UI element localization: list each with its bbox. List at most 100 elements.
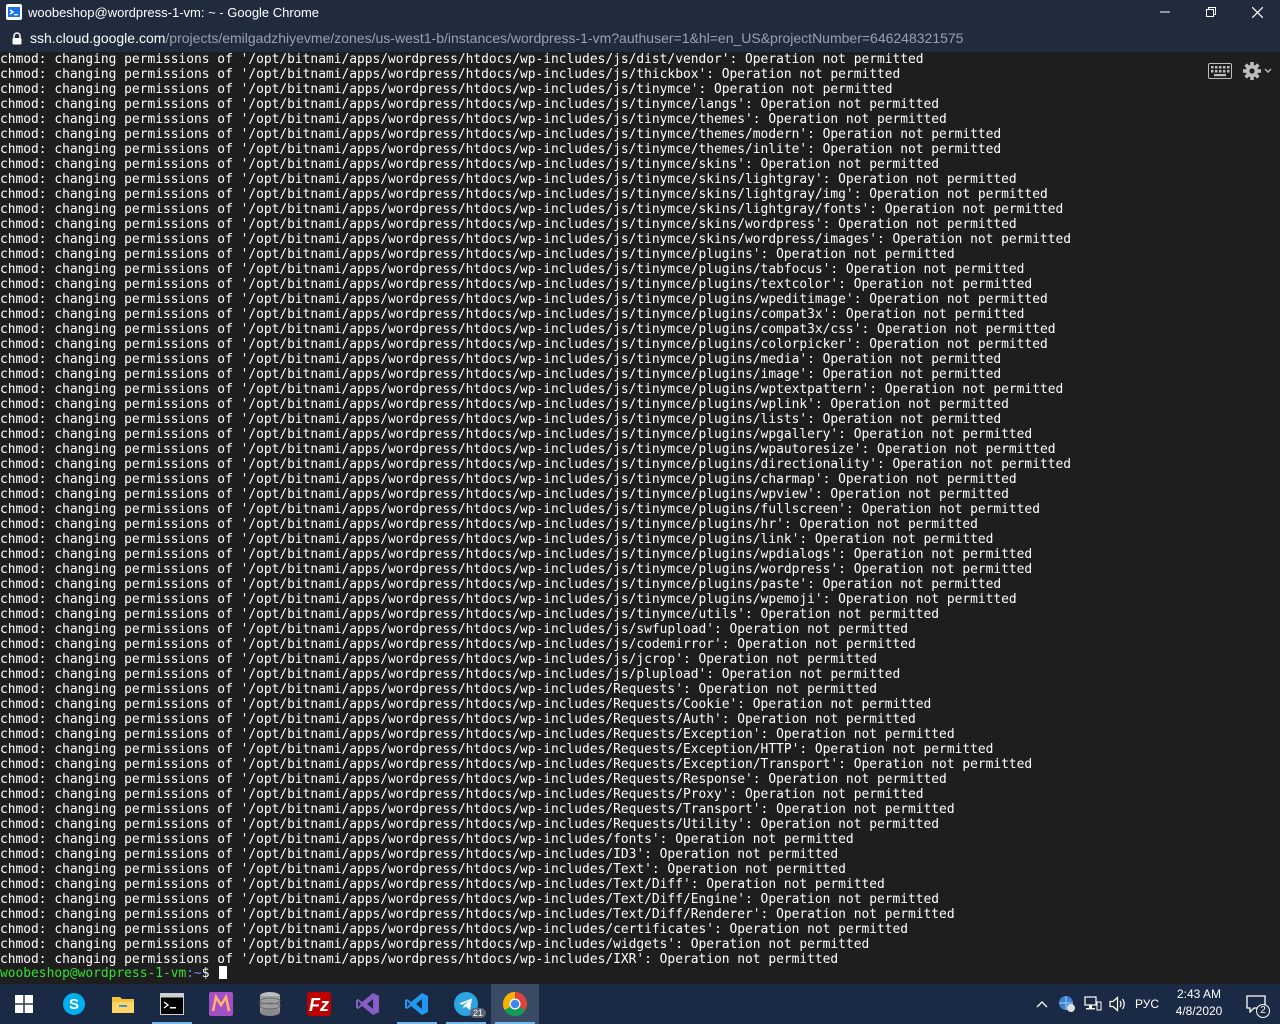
taskbar-mlauncher[interactable] <box>197 984 245 1024</box>
clock-date: 4/8/2020 <box>1175 1004 1223 1018</box>
clock-time: 2:43 AM <box>1176 987 1222 1001</box>
terminal-line: chmod: changing permissions of '/opt/bit… <box>0 172 1017 187</box>
terminal-line: chmod: changing permissions of '/opt/bit… <box>0 772 947 787</box>
taskbar-skype[interactable]: S <box>50 984 98 1024</box>
terminal-line: chmod: changing permissions of '/opt/bit… <box>0 262 1025 277</box>
window-title: woobeshop@wordpress-1-vm: ~ - Google Chr… <box>28 4 320 20</box>
svg-text:S: S <box>69 996 79 1013</box>
ssh-favicon-icon <box>6 4 22 20</box>
terminal-line: chmod: changing permissions of '/opt/bit… <box>0 862 846 877</box>
filezilla-icon: Fz <box>307 992 331 1016</box>
terminal-line: chmod: changing permissions of '/opt/bit… <box>0 727 955 742</box>
chrome-icon <box>502 992 528 1017</box>
terminal-line: chmod: changing permissions of '/opt/bit… <box>0 427 1033 442</box>
terminal-line: chmod: changing permissions of '/opt/bit… <box>0 247 955 262</box>
taskbar-database[interactable] <box>246 984 294 1024</box>
terminal-line: chmod: changing permissions of '/opt/bit… <box>0 487 1009 502</box>
terminal-line: chmod: changing permissions of '/opt/bit… <box>0 922 909 937</box>
restore-icon <box>1206 7 1216 17</box>
minimize-button[interactable] <box>1142 0 1188 24</box>
tray-app-button[interactable] <box>1056 984 1078 1024</box>
start-button[interactable] <box>0 984 48 1024</box>
network-icon <box>1084 996 1102 1011</box>
svg-text:Fz: Fz <box>309 995 329 1015</box>
url-host: ssh.cloud.google.com <box>30 30 166 46</box>
chevron-up-icon <box>1036 1001 1048 1008</box>
settings-button[interactable] <box>1242 60 1272 82</box>
taskbar-filezilla[interactable]: Fz <box>295 984 343 1024</box>
terminal-line: chmod: changing permissions of '/opt/bit… <box>0 82 893 97</box>
terminal-line: chmod: changing permissions of '/opt/bit… <box>0 112 947 127</box>
terminal-line: chmod: changing permissions of '/opt/bit… <box>0 127 1002 142</box>
taskbar-file-explorer[interactable] <box>99 984 147 1024</box>
terminal-output: chmod: changing permissions of '/opt/bit… <box>0 52 1071 967</box>
terminal-line: chmod: changing permissions of '/opt/bit… <box>0 322 1056 337</box>
terminal-line: chmod: changing permissions of '/opt/bit… <box>0 367 1002 382</box>
tray-volume-button[interactable] <box>1106 984 1130 1024</box>
terminal-line: chmod: changing permissions of '/opt/bit… <box>0 532 994 547</box>
terminal-line: chmod: changing permissions of '/opt/bit… <box>0 382 1064 397</box>
terminal-line: chmod: changing permissions of '/opt/bit… <box>0 202 1064 217</box>
terminal-area[interactable]: chmod: changing permissions of '/opt/bit… <box>0 52 1280 984</box>
action-center-button[interactable]: 2 <box>1236 984 1276 1024</box>
notification-count-badge: 2 <box>1256 1004 1270 1018</box>
taskbar-telegram[interactable]: 21 <box>442 984 490 1024</box>
terminal-line: chmod: changing permissions of '/opt/bit… <box>0 877 885 892</box>
terminal-line: chmod: changing permissions of '/opt/bit… <box>0 337 1048 352</box>
terminal-line: chmod: changing permissions of '/opt/bit… <box>0 412 1002 427</box>
terminal-line: chmod: changing permissions of '/opt/bit… <box>0 442 1056 457</box>
mlauncher-icon <box>209 992 233 1016</box>
window-titlebar[interactable]: woobeshop@wordpress-1-vm: ~ - Google Chr… <box>0 0 1280 24</box>
terminal-line: chmod: changing permissions of '/opt/bit… <box>0 937 870 952</box>
telegram-unread-badge: 21 <box>469 1008 486 1018</box>
vscode-icon <box>405 993 428 1015</box>
tray-network-button[interactable] <box>1082 984 1104 1024</box>
windows-logo-icon <box>15 995 33 1013</box>
taskbar-clock[interactable]: 2:43 AM 4/8/2020 <box>1164 986 1234 1020</box>
lock-icon[interactable] <box>12 31 22 45</box>
terminal-line: chmod: changing permissions of '/opt/bit… <box>0 952 839 967</box>
terminal-line: chmod: changing permissions of '/opt/bit… <box>0 157 940 172</box>
terminal-line: chmod: changing permissions of '/opt/bit… <box>0 472 1017 487</box>
gear-icon <box>1243 62 1272 80</box>
terminal-line: chmod: changing permissions of '/opt/bit… <box>0 232 1071 247</box>
restore-button[interactable] <box>1188 0 1234 24</box>
terminal-line: chmod: changing permissions of '/opt/bit… <box>0 517 978 532</box>
terminal-line: chmod: changing permissions of '/opt/bit… <box>0 397 1009 412</box>
show-hidden-icons-button[interactable] <box>1032 984 1052 1024</box>
terminal-line: chmod: changing permissions of '/opt/bit… <box>0 142 1002 157</box>
terminal-line: chmod: changing permissions of '/opt/bit… <box>0 592 1017 607</box>
terminal-prompt[interactable]: woobeshop@wordpress-1-vm:~$ <box>0 966 228 981</box>
taskbar-chrome[interactable] <box>491 984 539 1024</box>
terminal-line: chmod: changing permissions of '/opt/bit… <box>0 697 932 712</box>
url-path: /projects/emilgadzhiyevme/zones/us-west1… <box>165 30 964 46</box>
terminal-line: chmod: changing permissions of '/opt/bit… <box>0 292 1048 307</box>
terminal-line: chmod: changing permissions of '/opt/bit… <box>0 217 1017 232</box>
terminal-line: chmod: changing permissions of '/opt/bit… <box>0 67 901 82</box>
terminal-line: chmod: changing permissions of '/opt/bit… <box>0 607 940 622</box>
taskbar-terminal[interactable] <box>148 984 196 1024</box>
prompt-user: woobeshop@wordpress-1-vm <box>0 966 187 981</box>
close-button[interactable] <box>1234 0 1280 24</box>
terminal-line: chmod: changing permissions of '/opt/bit… <box>0 787 924 802</box>
url-text[interactable]: ssh.cloud.google.com/projects/emilgadzhi… <box>30 30 963 46</box>
prompt-path: :~ <box>186 966 202 981</box>
terminal-line: chmod: changing permissions of '/opt/bit… <box>0 832 854 847</box>
windows-taskbar: S Fz 21 РУС 2:43 AM 4/8/2020 2 <box>0 984 1280 1024</box>
terminal-line: chmod: changing permissions of '/opt/bit… <box>0 277 1033 292</box>
skype-icon: S <box>63 993 85 1015</box>
terminal-line: chmod: changing permissions of '/opt/bit… <box>0 502 1040 517</box>
terminal-line: chmod: changing permissions of '/opt/bit… <box>0 547 1033 562</box>
globe-user-icon <box>1059 996 1075 1012</box>
keyboard-icon <box>1208 63 1232 79</box>
taskbar-vscode[interactable] <box>393 984 441 1024</box>
address-bar[interactable]: ssh.cloud.google.com/projects/emilgadzhi… <box>0 24 1280 52</box>
database-icon <box>259 992 281 1016</box>
keyboard-button[interactable] <box>1208 60 1232 82</box>
terminal-line: chmod: changing permissions of '/opt/bit… <box>0 52 924 67</box>
tray-language-button[interactable]: РУС <box>1132 984 1162 1024</box>
terminal-line: chmod: changing permissions of '/opt/bit… <box>0 622 909 637</box>
terminal-line: chmod: changing permissions of '/opt/bit… <box>0 742 994 757</box>
terminal-cursor <box>219 966 228 979</box>
taskbar-visual-studio[interactable] <box>344 984 392 1024</box>
